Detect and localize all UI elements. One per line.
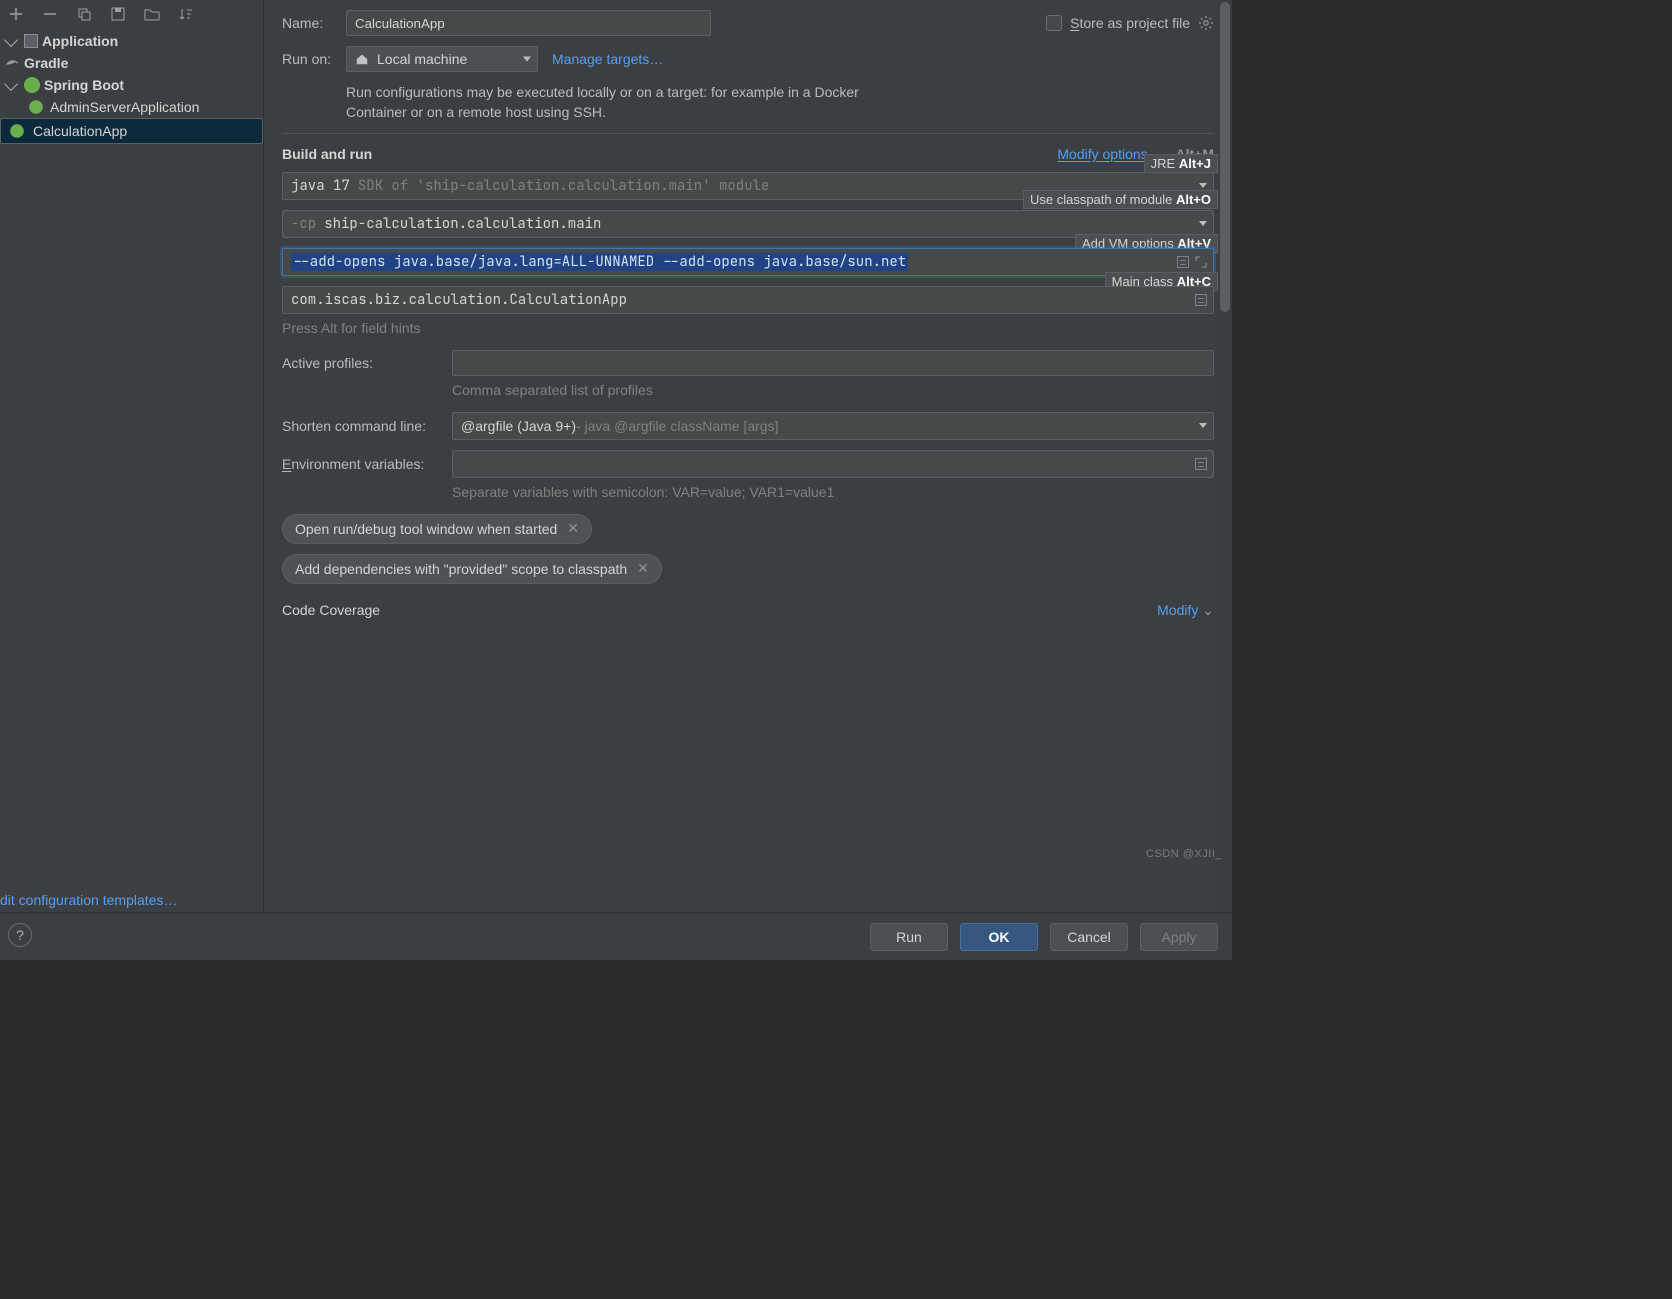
runon-value: Local machine [377, 51, 467, 67]
buildrun-title: Build and run [282, 146, 372, 162]
expand-icon[interactable] [1195, 256, 1207, 268]
tree-leaf-adminserver[interactable]: AdminServerApplication [0, 96, 263, 118]
vm-options-input[interactable]: --add-opens java.base/java.lang=ALL-UNNA… [282, 248, 1214, 276]
add-icon[interactable] [6, 4, 26, 24]
spring-boot-icon [24, 77, 40, 93]
env-hint: Separate variables with semicolon: VAR=v… [452, 484, 1214, 500]
help-icon[interactable]: ? [8, 923, 32, 947]
tree-node-application[interactable]: Application [0, 30, 263, 52]
gradle-icon [4, 55, 20, 71]
spring-boot-icon [29, 100, 43, 114]
coverage-modify-link[interactable]: Modify [1157, 602, 1198, 618]
config-tree: Application Gradle Spring Boot AdminServ… [0, 28, 263, 886]
watermark: CSDN @XJII_ [1146, 848, 1222, 860]
remove-icon[interactable] [40, 4, 60, 24]
mainclass-input[interactable]: com.iscas.biz.calculation.CalculationApp [282, 286, 1214, 314]
mainclass-value: com.iscas.biz.calculation.CalculationApp [291, 291, 627, 309]
form-panel: Name: SStore as project filetore as proj… [264, 0, 1232, 912]
toolbar [0, 0, 263, 28]
profiles-hint: Comma separated list of profiles [452, 382, 1214, 398]
tree-label: CalculationApp [33, 123, 127, 139]
list-icon[interactable] [1177, 256, 1189, 268]
modify-options-link[interactable]: Modify options [1057, 146, 1147, 162]
tree-label: Application [42, 33, 118, 49]
profiles-input[interactable] [452, 350, 1214, 376]
tree-label: AdminServerApplication [50, 99, 199, 115]
tree-leaf-calculationapp[interactable]: CalculationApp [0, 118, 263, 144]
vm-value: --add-opens java.base/java.lang=ALL-UNNA… [291, 253, 908, 271]
jdk-suffix: SDK of 'ship-calculation.calculation.mai… [358, 177, 770, 195]
coverage-title: Code Coverage [282, 602, 380, 618]
home-icon [355, 52, 369, 66]
field-hint: Press Alt for field hints [282, 320, 1214, 336]
shorten-select[interactable]: @argfile (Java 9+) - java @argfile class… [452, 412, 1214, 440]
jdk-value: java 17 [291, 177, 350, 195]
close-icon[interactable]: ✕ [637, 560, 649, 577]
save-icon[interactable] [108, 4, 128, 24]
tree-label: Spring Boot [44, 77, 124, 93]
chevron-down-icon [1199, 423, 1207, 428]
name-label: Name: [282, 15, 346, 31]
sort-icon[interactable] [176, 4, 196, 24]
tree-node-springboot[interactable]: Spring Boot [0, 74, 263, 96]
profiles-label: Active profiles: [282, 355, 452, 371]
scrollbar[interactable] [1218, 0, 1232, 912]
sidebar: Application Gradle Spring Boot AdminServ… [0, 0, 264, 912]
ok-button[interactable]: OK [960, 923, 1038, 951]
manage-targets-link[interactable]: Manage targets… [552, 51, 663, 67]
name-input[interactable] [346, 10, 711, 36]
folder-icon[interactable] [142, 4, 162, 24]
tip-jre: JRE Alt+J [1144, 154, 1218, 173]
store-label: SStore as project filetore as project fi… [1070, 15, 1190, 31]
tip-cp: Use classpath of module Alt+O [1023, 190, 1218, 209]
chevron-down-icon [1199, 183, 1207, 188]
apply-button[interactable]: AApplypply [1140, 923, 1218, 951]
shorten-label: Shorten command line: [282, 418, 452, 434]
runon-label: Run on: [282, 51, 346, 67]
spring-boot-icon [10, 124, 24, 138]
list-icon[interactable] [1195, 294, 1207, 306]
cp-value: ship-calculation.calculation.main [324, 215, 601, 233]
shorten-value: @argfile (Java 9+) [461, 418, 576, 434]
cancel-button[interactable]: Cancel [1050, 923, 1128, 951]
chevron-down-icon [4, 33, 18, 47]
gear-icon[interactable] [1198, 15, 1214, 31]
dialog-footer: ? Run OK Cancel AApplypply [0, 912, 1232, 960]
env-input[interactable] [452, 450, 1214, 478]
run-button[interactable]: Run [870, 923, 948, 951]
application-icon [24, 34, 38, 48]
shorten-suffix: - java @argfile className [args] [576, 418, 779, 434]
env-label: Environment variables: [282, 456, 452, 472]
chevron-down-icon [4, 77, 18, 91]
chevron-down-icon [523, 57, 531, 62]
close-icon[interactable]: ✕ [567, 520, 579, 537]
copy-icon[interactable] [74, 4, 94, 24]
runon-select[interactable]: Local machine [346, 46, 538, 72]
pill-open-toolwindow[interactable]: Open run/debug tool window when started✕ [282, 514, 592, 544]
store-checkbox[interactable] [1046, 15, 1062, 31]
edit-templates-link[interactable]: dit configuration templates… [0, 892, 177, 908]
cp-prefix: -cp [291, 215, 316, 233]
runon-desc: Run configurations may be executed local… [346, 82, 906, 123]
list-icon[interactable] [1195, 458, 1207, 470]
pill-provided-deps[interactable]: Add dependencies with "provided" scope t… [282, 554, 662, 584]
tree-node-gradle[interactable]: Gradle [0, 52, 263, 74]
chevron-down-icon [1199, 221, 1207, 226]
tree-label: Gradle [24, 55, 68, 71]
